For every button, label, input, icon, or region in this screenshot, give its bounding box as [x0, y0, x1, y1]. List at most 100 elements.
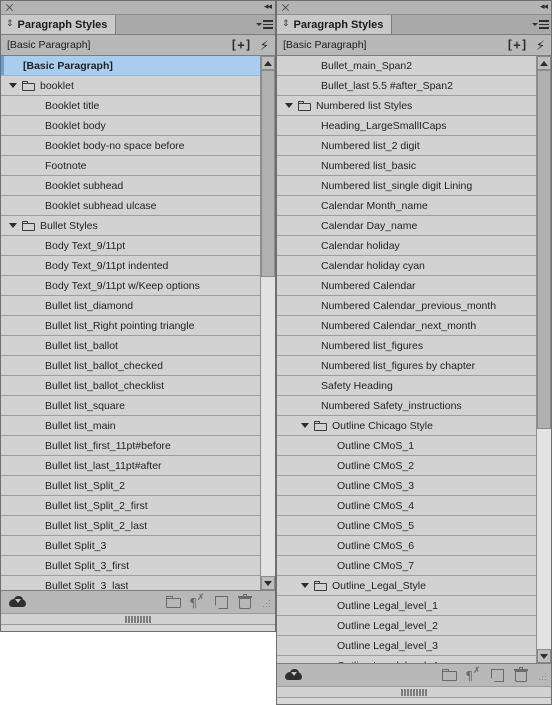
- style-row[interactable]: Outline CMoS_6: [277, 536, 536, 556]
- add-style-bracket-icon[interactable]: [+]: [506, 39, 528, 51]
- style-row[interactable]: Numbered Calendar_next_month: [277, 316, 536, 336]
- style-row[interactable]: Bullet list_Right pointing triangle: [1, 316, 260, 336]
- resize-grip[interactable]: [535, 669, 547, 681]
- disclosure-triangle-icon[interactable]: [9, 223, 17, 228]
- style-row[interactable]: Outline CMoS_7: [277, 556, 536, 576]
- style-row[interactable]: Outline Legal_level_2: [277, 616, 536, 636]
- style-row[interactable]: Booklet subhead: [1, 176, 260, 196]
- style-row[interactable]: Numbered Safety_instructions: [277, 396, 536, 416]
- scrollbar-thumb[interactable]: [261, 70, 275, 278]
- style-row[interactable]: Body Text_9/11pt indented: [1, 256, 260, 276]
- style-row[interactable]: Outline_Legal_Style: [277, 576, 536, 596]
- scroll-up-button[interactable]: [537, 56, 551, 70]
- style-row[interactable]: Booklet body-no space before: [1, 136, 260, 156]
- style-row[interactable]: Outline CMoS_4: [277, 496, 536, 516]
- style-row[interactable]: Booklet body: [1, 116, 260, 136]
- style-row[interactable]: Numbered list_2 digit: [277, 136, 536, 156]
- style-list-area: [Basic Paragraph] booklet Booklet title Boo…: [1, 56, 275, 591]
- style-row[interactable]: Bullet list_ballot: [1, 336, 260, 356]
- style-row[interactable]: Outline Chicago Style: [277, 416, 536, 436]
- style-row[interactable]: Bullet Split_3_first: [1, 556, 260, 576]
- style-row[interactable]: Bullet Styles: [1, 216, 260, 236]
- style-row[interactable]: Footnote: [1, 156, 260, 176]
- style-row[interactable]: Bullet list_Split_2: [1, 476, 260, 496]
- style-row[interactable]: Bullet list_diamond: [1, 296, 260, 316]
- style-row[interactable]: Bullet list_first_11pt#before: [1, 436, 260, 456]
- style-row[interactable]: Bullet_main_Span2: [277, 56, 536, 76]
- disclosure-triangle-icon[interactable]: [301, 423, 309, 428]
- resize-grip[interactable]: [259, 596, 271, 608]
- style-row[interactable]: Bullet list_Split_2_first: [1, 496, 260, 516]
- style-row[interactable]: Outline CMoS_3: [277, 476, 536, 496]
- collapse-icon[interactable]: ◂◂: [540, 3, 548, 12]
- delete-style-button[interactable]: [509, 665, 533, 685]
- style-row[interactable]: Calendar holiday: [277, 236, 536, 256]
- style-row[interactable]: Body Text_9/11pt: [1, 236, 260, 256]
- quick-apply-bolt-icon[interactable]: ⚡: [536, 39, 545, 52]
- clear-overrides-button[interactable]: ¶✗: [461, 665, 485, 685]
- style-row[interactable]: Outline Legal_level_4: [277, 656, 536, 663]
- tab-paragraph-styles[interactable]: ⇕ Paragraph Styles: [277, 15, 393, 34]
- delete-style-button[interactable]: [233, 592, 257, 612]
- style-row[interactable]: Numbered list_basic: [277, 156, 536, 176]
- scroll-down-button[interactable]: [537, 649, 551, 663]
- style-row[interactable]: Bullet list_Split_2_last: [1, 516, 260, 536]
- scrollbar-thumb[interactable]: [537, 70, 551, 429]
- style-row[interactable]: Calendar Month_name: [277, 196, 536, 216]
- style-row[interactable]: Outline Legal_level_3: [277, 636, 536, 656]
- style-row[interactable]: Outline Legal_level_1: [277, 596, 536, 616]
- style-row[interactable]: Safety Heading: [277, 376, 536, 396]
- panel-resize-strip[interactable]: [1, 613, 275, 625]
- style-row[interactable]: Numbered list Styles: [277, 96, 536, 116]
- style-row[interactable]: Numbered list_single digit Lining: [277, 176, 536, 196]
- vertical-scrollbar[interactable]: [260, 56, 275, 590]
- style-row[interactable]: Bullet list_square: [1, 396, 260, 416]
- style-row[interactable]: Calendar Day_name: [277, 216, 536, 236]
- scrollbar-track[interactable]: [537, 70, 551, 649]
- cloud-download-button[interactable]: [5, 592, 29, 612]
- vertical-scrollbar[interactable]: [536, 56, 551, 663]
- panel-menu-icon[interactable]: [253, 15, 275, 34]
- style-row[interactable]: Bullet_last 5.5 #after_Span2: [277, 76, 536, 96]
- close-icon[interactable]: [5, 3, 14, 12]
- style-row[interactable]: Numbered list_figures by chapter: [277, 356, 536, 376]
- style-row[interactable]: Outline CMoS_5: [277, 516, 536, 536]
- style-row[interactable]: Numbered Calendar_previous_month: [277, 296, 536, 316]
- style-row[interactable]: Body Text_9/11pt w/Keep options: [1, 276, 260, 296]
- style-row[interactable]: Bullet Split_3: [1, 536, 260, 556]
- close-icon[interactable]: [281, 3, 290, 12]
- disclosure-triangle-icon[interactable]: [301, 583, 309, 588]
- disclosure-triangle-icon[interactable]: [285, 103, 293, 108]
- style-row[interactable]: Bullet list_ballot_checklist: [1, 376, 260, 396]
- new-style-button[interactable]: [485, 665, 509, 685]
- style-row[interactable]: Bullet list_last_11pt#after: [1, 456, 260, 476]
- panel-menu-icon[interactable]: [529, 15, 551, 34]
- style-row[interactable]: Bullet Split_3_last: [1, 576, 260, 590]
- disclosure-triangle-icon[interactable]: [9, 83, 17, 88]
- style-row[interactable]: Numbered list_figures: [277, 336, 536, 356]
- style-row[interactable]: Calendar holiday cyan: [277, 256, 536, 276]
- new-style-group-button[interactable]: [161, 592, 185, 612]
- quick-apply-bolt-icon[interactable]: ⚡: [260, 39, 269, 52]
- clear-overrides-button[interactable]: ¶✗: [185, 592, 209, 612]
- style-row[interactable]: Numbered Calendar: [277, 276, 536, 296]
- scroll-down-button[interactable]: [261, 576, 275, 590]
- style-row[interactable]: Booklet subhead ulcase: [1, 196, 260, 216]
- style-row[interactable]: Booklet title: [1, 96, 260, 116]
- new-style-button[interactable]: [209, 592, 233, 612]
- style-row[interactable]: Bullet list_main: [1, 416, 260, 436]
- scroll-up-button[interactable]: [261, 56, 275, 70]
- cloud-download-button[interactable]: [281, 665, 305, 685]
- style-row[interactable]: Bullet list_ballot_checked: [1, 356, 260, 376]
- add-style-bracket-icon[interactable]: [+]: [230, 39, 252, 51]
- scrollbar-track[interactable]: [261, 70, 275, 576]
- new-style-group-button[interactable]: [437, 665, 461, 685]
- panel-resize-strip[interactable]: [277, 686, 551, 698]
- style-row[interactable]: Heading_LargeSmallICaps: [277, 116, 536, 136]
- style-row[interactable]: Outline CMoS_2: [277, 456, 536, 476]
- collapse-icon[interactable]: ◂◂: [264, 3, 272, 12]
- style-row-selected[interactable]: [Basic Paragraph]: [1, 56, 260, 76]
- tab-paragraph-styles[interactable]: ⇕ Paragraph Styles: [1, 15, 117, 34]
- style-row[interactable]: Outline CMoS_1: [277, 436, 536, 456]
- style-row[interactable]: booklet: [1, 76, 260, 96]
